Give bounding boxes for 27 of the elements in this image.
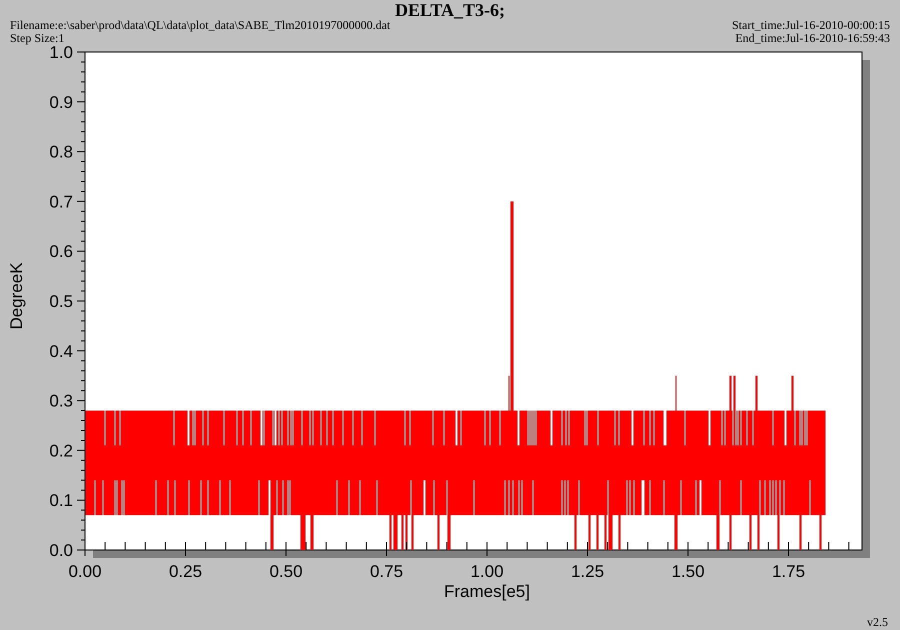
y-tick-label: 0.1 — [49, 491, 73, 510]
x-tick-label: 0.00 — [68, 562, 102, 581]
end-time-label: End_time:Jul-16-2010-16:59:43 — [735, 32, 890, 45]
version-label: v2.5 — [867, 615, 888, 629]
y-tick-label: 1.0 — [49, 43, 73, 62]
y-tick-label: 0.0 — [49, 541, 73, 560]
y-tick-label: 0.6 — [49, 242, 73, 262]
filename-label: Filename:e:\saber\prod\data\QL\data\plot_data\SABE_Tlm2010197000000.dat — [10, 19, 390, 32]
x-axis-label: Frames[e5] — [444, 582, 530, 601]
step-size-label: Step Size:1 — [10, 32, 64, 45]
y-tick-label: 0.4 — [49, 342, 73, 361]
y-tick-label: 0.2 — [49, 441, 73, 460]
chart-title: DELTA_T3-6; — [394, 1, 506, 19]
y-tick-label: 0.5 — [49, 292, 73, 311]
y-tick-label: 0.3 — [49, 392, 73, 411]
x-tick-label: 0.25 — [168, 562, 202, 581]
x-tick-label: 1.25 — [570, 562, 604, 581]
x-tick-label: 1.75 — [772, 562, 806, 581]
y-tick-label: 0.7 — [49, 192, 73, 212]
x-tick-label: 0.75 — [370, 562, 404, 581]
y-axis-label: DegreeK — [7, 262, 26, 330]
y-tick-label: 0.9 — [49, 92, 73, 112]
start-time-label: Start_time:Jul-16-2010-00:00:15 — [732, 19, 890, 32]
x-tick-label: 0.50 — [269, 562, 303, 581]
x-tick-label: 1.00 — [470, 562, 504, 581]
x-tick-label: 1.50 — [671, 562, 705, 581]
y-tick-label: 0.8 — [49, 142, 73, 162]
